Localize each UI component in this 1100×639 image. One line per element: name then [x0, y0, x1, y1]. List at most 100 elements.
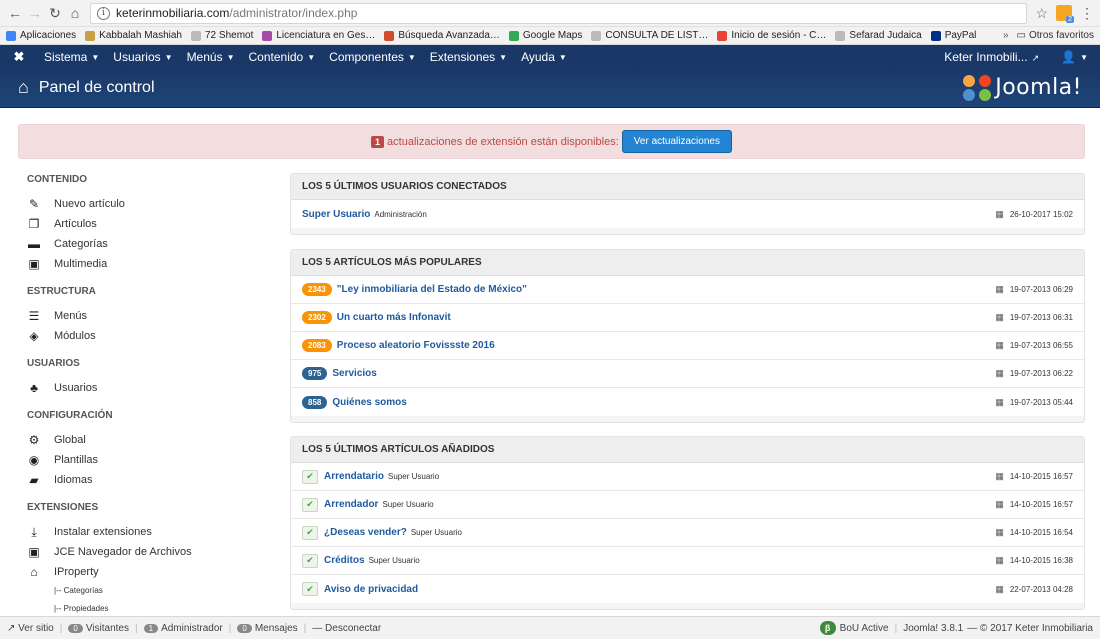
article-link[interactable]: "Ley inmobiliaria del Estado de México" — [337, 284, 527, 295]
published-check-icon[interactable]: ✔ — [302, 525, 318, 540]
bookmark-item[interactable]: CONSULTA DE LIST… — [591, 30, 708, 41]
sidebar-item[interactable]: ⚙ Global — [27, 430, 267, 450]
bookmark-item[interactable]: Licenciatura en Ges… — [262, 30, 375, 41]
extension-icon[interactable]: 2 — [1056, 5, 1074, 23]
bookmark-label: Sefarad Judaica — [849, 30, 922, 41]
chevron-double-icon[interactable]: » — [1003, 30, 1009, 41]
bookmark-item[interactable]: Sefarad Judaica — [835, 30, 922, 41]
date-text: 19-07-2013 06:22 — [1009, 369, 1073, 378]
date-text: 26-10-2017 15:02 — [1009, 209, 1073, 219]
date-text: 19-07-2013 06:31 — [1009, 313, 1073, 322]
sidebar-item-label: Menús — [54, 310, 88, 322]
menu-item-menús[interactable]: Menús ▼ — [187, 50, 235, 64]
published-check-icon[interactable]: ✔ — [302, 553, 318, 568]
cube-icon: ◈ — [29, 329, 39, 343]
menu-kebab-icon[interactable]: ⋮ — [1080, 5, 1094, 22]
joomla-logo-icon[interactable]: ✖ — [12, 49, 26, 65]
messages-link[interactable]: Mensajes — [255, 623, 298, 634]
bookmark-item[interactable]: Google Maps — [508, 30, 582, 41]
bookmark-item[interactable]: 72 Shemot — [191, 30, 253, 41]
logout-link[interactable]: — Desconectar — [312, 623, 381, 634]
user-icon[interactable]: 👤 ▼ — [1061, 50, 1088, 64]
article-link[interactable]: Arrendatario — [324, 471, 384, 482]
bookmark-label: Búsqueda Avanzada… — [398, 30, 500, 41]
sidebar-item[interactable]: ▰ Idiomas — [27, 470, 267, 490]
view-updates-button[interactable]: Ver actualizaciones — [621, 130, 732, 153]
caret-down-icon: ▼ — [558, 52, 567, 62]
article-link[interactable]: ¿Deseas vender? — [324, 527, 407, 538]
sidebar-item[interactable]: ◈ Módulos — [27, 326, 267, 346]
article-link[interactable]: Servicios — [332, 368, 376, 379]
table-row: ✔ Arrendatario Super Usuario ▦ 14-10-2015 16… — [291, 463, 1084, 491]
date-text: 14-10-2015 16:57 — [1009, 500, 1073, 509]
sidebar-item-label: Instalar extensiones — [54, 526, 152, 538]
sidebar-group: EXTENSIONES ⤓ Instalar extensiones ▣ JCE Nav… — [27, 500, 267, 618]
back-icon[interactable]: ← — [6, 4, 24, 22]
article-link[interactable]: Créditos — [324, 555, 365, 566]
logout-label: Desconectar — [325, 622, 382, 634]
menu-item-ayuda[interactable]: Ayuda ▼ — [521, 50, 567, 64]
bookmark-item[interactable]: Inicio de sesión - C… — [717, 30, 826, 41]
admin-label: Administrador — [161, 622, 223, 634]
row-date: ▦ 22-07-2013 04:28 — [995, 584, 1073, 595]
article-author: Super Usuario — [388, 472, 440, 481]
sidebar-item[interactable]: ✎ Nuevo artículo — [27, 194, 267, 214]
published-check-icon[interactable]: ✔ — [302, 469, 318, 484]
bookmark-item[interactable]: Aplicaciones — [6, 30, 76, 41]
reload-icon[interactable]: ↻ — [46, 4, 64, 22]
home-icon[interactable]: ⌂ — [66, 4, 84, 22]
bou-status[interactable]: BoU Active — [840, 623, 889, 634]
sidebar-item[interactable]: ⤓ Instalar extensiones — [27, 522, 267, 542]
hits-badge: 2343 — [302, 283, 332, 296]
calendar-icon: ▦ — [995, 583, 1004, 594]
published-check-icon[interactable]: ✔ — [302, 582, 318, 596]
bookmark-item[interactable]: Búsqueda Avanzada… — [384, 30, 500, 41]
bookmark-favicon-icon — [508, 30, 519, 41]
other-bookmarks-label: Otros favoritos — [1028, 30, 1094, 41]
date-text: 14-10-2015 16:57 — [1009, 472, 1073, 481]
panel-title: LOS 5 ÚLTIMOS ARTÍCULOS AÑADIDOS — [291, 437, 1084, 463]
caret-down-icon: ▼ — [226, 52, 235, 62]
extension-badge: 2 — [1066, 16, 1074, 23]
sidebar-item[interactable]: ◉ Plantillas — [27, 450, 267, 470]
bookmark-item[interactable]: Kabbalah Mashiah — [85, 30, 182, 41]
published-check-icon[interactable]: ✔ — [302, 497, 318, 512]
site-name: Keter Inmobili... — [944, 49, 1028, 64]
sidebar-subitem[interactable]: |-- Categorías — [27, 582, 267, 600]
sidebar-item[interactable]: ⌂ IProperty — [27, 562, 267, 582]
site-link[interactable]: Keter Inmobili... ↗ — [944, 50, 1039, 64]
row-date: ▦ 14-10-2015 16:54 — [995, 527, 1073, 538]
view-site-link[interactable]: ↗ Ver sitio — [7, 623, 54, 634]
sidebar-item[interactable]: ❐ Artículos — [27, 214, 267, 234]
browser-toolbar: ← → ↻ ⌂ i keterinmobiliaria.com/administ… — [0, 0, 1100, 27]
menu-item-contenido[interactable]: Contenido ▼ — [249, 50, 316, 64]
sidebar-item-label: Nuevo artículo — [54, 198, 125, 210]
sidebar-item[interactable]: ▣ Multimedia — [27, 254, 267, 274]
article-link[interactable]: Aviso de privacidad — [324, 584, 418, 595]
bookmark-favicon-icon — [191, 30, 201, 41]
menu-item-sistema[interactable]: Sistema ▼ — [44, 50, 99, 64]
caret-down-icon: ▼ — [307, 52, 316, 62]
article-link[interactable]: Proceso aleatorio Fovissste 2016 — [337, 340, 495, 351]
sidebar-item[interactable]: ☰ Menús — [27, 306, 267, 326]
bookmark-item[interactable]: PayPal — [930, 30, 976, 41]
calendar-icon: ▦ — [995, 284, 1004, 294]
latest-articles-panel: LOS 5 ÚLTIMOS ARTÍCULOS AÑADIDOS ✔ Arrend… — [290, 436, 1085, 610]
calendar-icon: ▦ — [995, 527, 1004, 537]
user-link[interactable]: Super Usuario — [302, 209, 370, 220]
sidebar-item[interactable]: ▬ Categorías — [27, 234, 267, 254]
menu-item-componentes[interactable]: Componentes ▼ — [329, 50, 416, 64]
forward-icon[interactable]: → — [26, 4, 44, 22]
bookmark-star-icon[interactable]: ☆ — [1035, 5, 1048, 22]
address-bar[interactable]: i keterinmobiliaria.com/administrator/in… — [90, 2, 1028, 24]
sidebar-item[interactable]: ♣ Usuarios — [27, 378, 267, 398]
article-link[interactable]: Un cuarto más Infonavit — [337, 312, 451, 323]
info-icon[interactable]: i — [97, 6, 110, 20]
table-row: 2343 "Ley inmobiliaria del Estado de Méxi… — [291, 276, 1084, 304]
other-bookmarks[interactable]: » ▭ Otros favoritos — [1003, 30, 1094, 41]
article-link[interactable]: Quiénes somos — [332, 397, 406, 408]
article-link[interactable]: Arrendador — [324, 499, 378, 510]
sidebar-item[interactable]: ▣ JCE Navegador de Archivos — [27, 542, 267, 562]
menu-item-extensiones[interactable]: Extensiones ▼ — [430, 50, 507, 64]
menu-item-usuarios[interactable]: Usuarios ▼ — [113, 50, 172, 64]
